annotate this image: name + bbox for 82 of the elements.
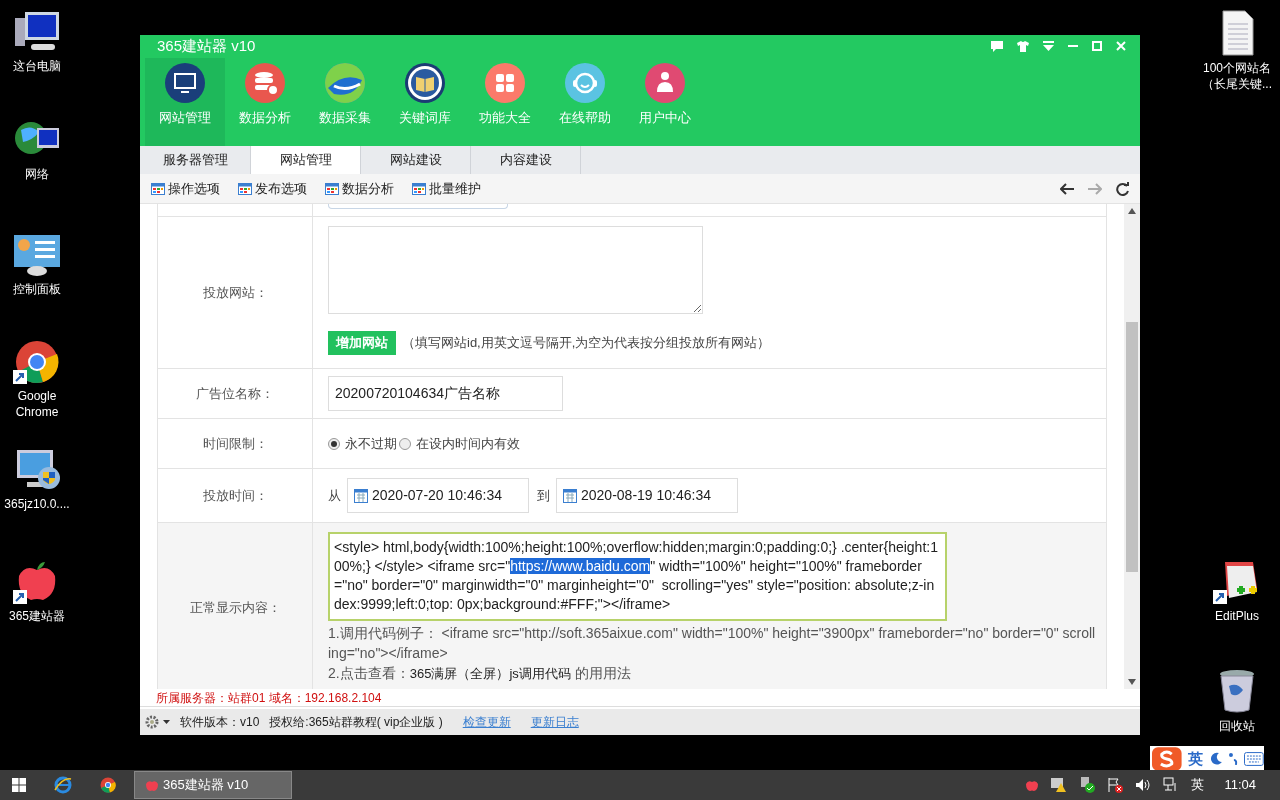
window-grid-icon — [238, 182, 252, 195]
date-field[interactable]: 2020-08-19 10:46:34 — [556, 478, 738, 513]
flag-error-icon[interactable] — [1107, 777, 1124, 793]
desktop-icon-label[interactable]: 回收站 — [1196, 718, 1278, 734]
desktop-icon-label[interactable]: 365jz10.0.... — [0, 496, 74, 512]
apple-icon — [145, 778, 159, 792]
input-field[interactable]: 20200720104634广告名称 — [328, 376, 563, 411]
radio-button[interactable] — [328, 437, 340, 450]
scroll-up-icon[interactable] — [1128, 208, 1136, 214]
toolbar-button[interactable]: 批量维护 — [412, 178, 481, 199]
note-text: 2.点击查看： — [328, 665, 410, 681]
shield-check-icon[interactable] — [1079, 777, 1096, 793]
server-info: 所属服务器：站群01 域名：192.168.2.104 — [156, 689, 382, 707]
chrome-browser-icon[interactable] — [100, 777, 116, 793]
monitor-icon — [164, 61, 206, 104]
field-label: 投放网站： — [202, 283, 268, 302]
version-text: 软件版本：v10 — [180, 714, 260, 731]
gear-icon — [144, 715, 160, 729]
database-icon — [244, 61, 286, 104]
desktop-icon-label[interactable]: 365建站器 — [0, 608, 74, 624]
trash-icon — [1217, 668, 1257, 714]
swirl-globe-icon — [324, 61, 366, 104]
toolbar-button[interactable]: 发布选项 — [238, 178, 307, 199]
input-language[interactable]: 英 — [1191, 775, 1205, 795]
toolbar-button[interactable]: 操作选项 — [151, 178, 220, 199]
desktop-icon-label[interactable]: 控制面板 — [0, 281, 74, 297]
user-icon — [644, 61, 686, 104]
field-label: 广告位名称： — [196, 384, 274, 403]
status-link[interactable]: 更新日志 — [530, 713, 579, 731]
code-usage-link[interactable]: 365满屏（全屏）js调用代码 — [409, 666, 571, 681]
input-field[interactable] — [328, 204, 508, 209]
punctuation-icon[interactable] — [1228, 752, 1239, 766]
windows-start-icon[interactable] — [12, 778, 26, 792]
warning-icon[interactable] — [1051, 778, 1068, 792]
scrollbar[interactable] — [1124, 204, 1140, 689]
calendar-icon — [563, 488, 577, 503]
desktop-icon-label[interactable]: 100个网站名（长尾关键... — [1196, 60, 1278, 92]
s-logo-icon[interactable] — [1152, 747, 1182, 771]
speaker-icon[interactable] — [1135, 778, 1152, 792]
radio-option[interactable]: 永不过期 — [328, 433, 397, 454]
grid-icon — [484, 61, 526, 104]
apple-icon[interactable] — [1025, 778, 1040, 792]
window-grid-icon — [325, 182, 339, 195]
example-note: 1.调用代码例子： <iframe src="http://soft.365aixue.com" width="100%" height="3900px" frameborder="no" border="0" scrolling="no"></iframe> — [328, 624, 1097, 663]
window-grid-icon — [412, 182, 426, 195]
input-mode[interactable]: 英 — [1187, 747, 1203, 771]
note-text: 的用用法 — [574, 665, 631, 681]
tab[interactable]: 网站管理 — [251, 146, 361, 174]
caret-icon — [163, 720, 170, 724]
ie-browser-icon[interactable] — [54, 776, 72, 794]
window-grid-icon — [151, 182, 165, 195]
window-title: 365建站器 v10 — [157, 36, 256, 56]
clock[interactable]: 11:04 — [1224, 775, 1256, 795]
toolbar-button[interactable]: 数据分析 — [325, 178, 394, 199]
desktop-icon-label[interactable]: 这台电脑 — [0, 58, 74, 74]
field-label: 正常显示内容： — [189, 599, 281, 617]
refresh-icon[interactable] — [1116, 181, 1130, 196]
keyboard-icon[interactable] — [1244, 752, 1264, 766]
desktop-icon-label[interactable]: 网络 — [0, 166, 74, 182]
radio-button[interactable] — [399, 437, 411, 450]
book-icon — [404, 61, 446, 104]
field-label: 时间限制： — [202, 434, 268, 453]
control-panel-icon — [13, 233, 61, 277]
scroll-down-icon[interactable] — [1128, 679, 1136, 685]
taskbar-app-button[interactable]: 365建站器 v10 — [134, 771, 292, 799]
browser-icon — [13, 340, 61, 384]
moon-icon[interactable] — [1208, 752, 1223, 766]
status-link[interactable]: 检查更新 — [462, 713, 511, 731]
radio-option[interactable]: 在设内时间内有效 — [399, 433, 520, 454]
from-label: 从 — [328, 486, 341, 505]
desktop-icon-label[interactable]: EditPlus — [1196, 608, 1278, 624]
hint-text: （填写网站id,用英文逗号隔开,为空为代表按分组投放所有网站） — [402, 334, 771, 353]
to-label: 到 — [537, 486, 550, 505]
back-arrow-icon[interactable] — [1060, 182, 1074, 195]
settings-dropdown[interactable] — [144, 715, 170, 729]
field-label: 投放时间： — [202, 486, 268, 505]
calendar-icon — [354, 488, 368, 503]
license-text: 授权给:365站群教程( vip企业版 ) — [269, 714, 443, 731]
desktop-icon-label[interactable]: Google Chrome — [0, 388, 74, 420]
date-field[interactable]: 2020-07-20 10:46:34 — [347, 478, 529, 513]
code-text-area[interactable]: <style> html,body{width:100%;height:100%;overflow:hidden;margin:0;padding:0;} .center{height:100%;} </style> <iframe src="https://www.baidu.com" width="100%" height="100%" frameborder="no" border="0" marginwidth="0" marginheight="0" scrolling="yes" style="position: absolute;z-index:9999;left:0;top: 0px;background:#FFF;"></iframe> — [328, 532, 947, 621]
headset-icon — [564, 61, 606, 104]
